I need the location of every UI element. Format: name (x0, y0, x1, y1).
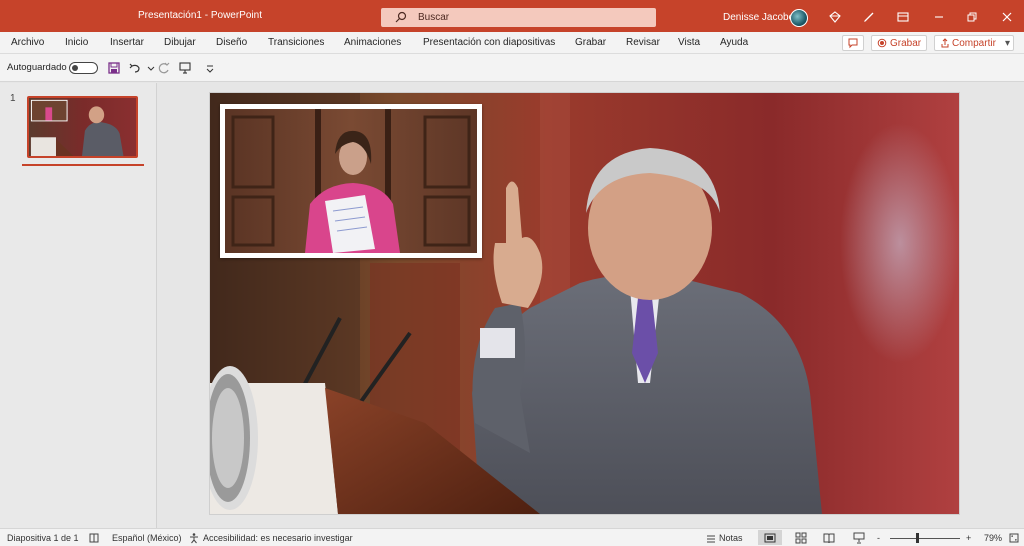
ribbon-display-icon[interactable] (896, 10, 910, 24)
tab-diseno[interactable]: Diseño (216, 37, 247, 48)
record-label: Grabar (890, 38, 922, 49)
ribbon-tabs: Archivo Inicio Insertar Dibujar Diseño T… (0, 32, 1024, 54)
title-bar: Presentación1 - PowerPoint Buscar Deniss… (0, 0, 1024, 32)
autosave-label: Autoguardado (7, 62, 67, 73)
slide-number: 1 (10, 93, 16, 104)
normal-view-button[interactable] (758, 530, 782, 545)
zoom-out-button[interactable]: - (877, 533, 880, 543)
share-icon (941, 38, 949, 48)
slide-thumbnails-pane: 1 (0, 83, 157, 528)
notes-icon[interactable] (705, 532, 717, 544)
tab-presentacion[interactable]: Presentación con diapositivas (423, 37, 555, 48)
fit-to-window-icon[interactable] (1008, 532, 1020, 544)
record-button[interactable]: Grabar (871, 35, 927, 51)
zoom-level[interactable]: 79% (984, 533, 1002, 543)
thumbnail-insert-marker (22, 164, 144, 166)
user-name[interactable]: Denisse Jacobo (723, 0, 794, 32)
close-icon[interactable] (1000, 10, 1014, 24)
notes-label[interactable]: Notas (719, 533, 743, 543)
record-icon (877, 38, 887, 48)
inset-photo-image (225, 109, 477, 253)
chevron-down-icon: ▾ (1005, 38, 1011, 49)
comment-icon (848, 38, 858, 49)
window-title: Presentación1 - PowerPoint (138, 10, 262, 21)
accessibility-label[interactable]: Accesibilidad: es necesario investigar (203, 533, 353, 543)
zoom-slider-track[interactable] (890, 538, 960, 539)
tab-transiciones[interactable]: Transiciones (268, 37, 324, 48)
share-label: Compartir (952, 38, 996, 49)
autosave-toggle[interactable] (69, 62, 98, 74)
normal-view-icon (764, 533, 776, 543)
slide-thumbnail[interactable] (27, 96, 138, 158)
diamond-icon[interactable] (828, 10, 842, 24)
redo-icon[interactable] (157, 61, 171, 75)
tab-revisar[interactable]: Revisar (626, 37, 660, 48)
status-bar: Diapositiva 1 de 1 Español (México) Acce… (0, 528, 1024, 546)
search-box[interactable]: Buscar (381, 8, 656, 27)
accessibility-icon[interactable] (188, 532, 200, 544)
share-button[interactable]: Compartir ▾ (934, 35, 1014, 51)
reading-view-icon[interactable] (823, 532, 835, 544)
minimize-icon[interactable] (932, 10, 946, 24)
tab-vista[interactable]: Vista (678, 37, 700, 48)
comments-button[interactable] (842, 35, 864, 51)
spelling-icon[interactable] (88, 532, 100, 544)
slideshow-icon[interactable] (853, 532, 865, 544)
slide-count[interactable]: Diapositiva 1 de 1 (7, 533, 79, 543)
tab-insertar[interactable]: Insertar (110, 37, 144, 48)
undo-dropdown-icon[interactable] (144, 61, 155, 75)
zoom-in-button[interactable]: + (966, 533, 971, 543)
search-icon (395, 11, 407, 23)
zoom-slider-thumb[interactable] (916, 533, 919, 543)
restore-icon[interactable] (965, 10, 979, 24)
language-label[interactable]: Español (México) (112, 533, 182, 543)
undo-icon[interactable] (128, 61, 142, 75)
present-from-start-icon[interactable] (178, 61, 192, 75)
tab-animaciones[interactable]: Animaciones (344, 37, 401, 48)
quick-access-toolbar: Autoguardado (0, 54, 1024, 82)
tab-dibujar[interactable]: Dibujar (164, 37, 196, 48)
tab-ayuda[interactable]: Ayuda (720, 37, 748, 48)
tab-inicio[interactable]: Inicio (65, 37, 88, 48)
customize-qat-icon[interactable] (203, 61, 214, 75)
search-placeholder: Buscar (418, 12, 450, 23)
tab-archivo[interactable]: Archivo (11, 37, 44, 48)
save-icon[interactable] (107, 61, 121, 75)
tab-grabar[interactable]: Grabar (575, 37, 606, 48)
pen-icon[interactable] (862, 10, 876, 24)
slide-sorter-icon[interactable] (795, 532, 807, 544)
avatar[interactable] (790, 9, 808, 27)
inset-photo[interactable] (220, 104, 482, 258)
